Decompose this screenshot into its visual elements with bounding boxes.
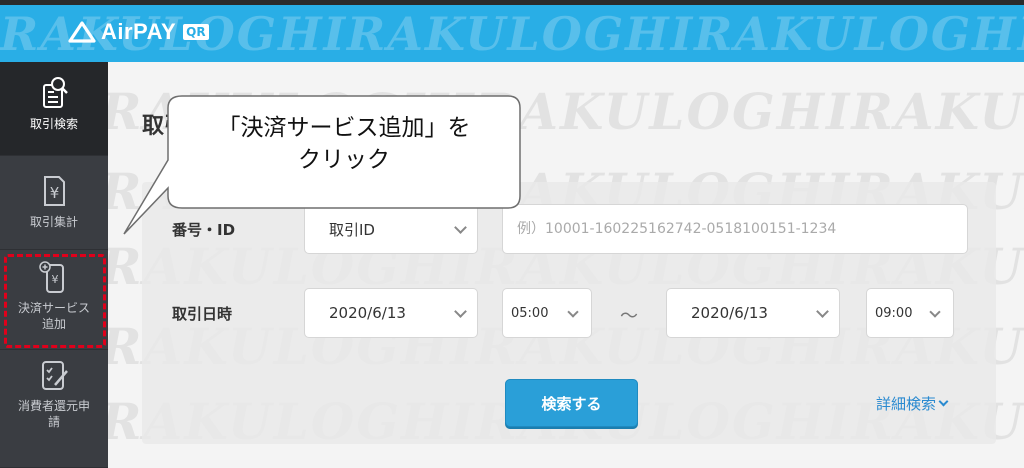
to-time-select[interactable]: 09:00 [866, 288, 954, 338]
advanced-search-link[interactable]: 詳細検索 [876, 393, 949, 414]
sidebar-item-transaction-search[interactable]: 取引検索 [0, 62, 108, 156]
search-document-icon [43, 77, 68, 108]
chevron-down-icon [938, 396, 949, 407]
chevron-down-icon [454, 221, 467, 234]
sidebar-item-label: 取引集計 [29, 215, 78, 229]
to-time-value: 09:00 [875, 305, 913, 321]
advanced-search-label: 詳細検索 [876, 395, 937, 413]
date-time-label: 取引日時 [172, 305, 233, 323]
sidebar-item-add-payment-service[interactable]: ¥ 決済サービス追加 [0, 250, 108, 350]
checklist-edit-icon [42, 361, 68, 390]
to-date-select[interactable]: 2020/6/13 [666, 288, 840, 338]
sidebar-item-consumer-rebate[interactable]: 消費者還元申請 [0, 350, 108, 468]
transaction-id-input[interactable] [517, 221, 967, 237]
sidebar-item-label: 取引検索 [29, 117, 78, 131]
number-id-label: 番号・ID [172, 221, 236, 239]
page-title: 取引検索 [142, 114, 231, 139]
from-time-value: 05:00 [511, 305, 549, 321]
svg-text:¥: ¥ [50, 184, 60, 202]
yen-document-icon: ¥ [44, 176, 65, 206]
add-payment-phone-icon: ¥ [39, 261, 64, 293]
range-separator: 〜 [620, 306, 638, 327]
chevron-down-icon [567, 306, 579, 318]
chevron-down-icon [929, 306, 941, 318]
sidebar-item-label: 決済サービス追加 [17, 301, 90, 331]
logo-text: AirPAY [101, 19, 177, 44]
id-input-wrap [502, 204, 968, 254]
chevron-down-icon [816, 305, 829, 318]
sidebar-item-label: 消費者還元申請 [17, 399, 90, 429]
sidebar-item-transaction-summary[interactable]: ¥ 取引集計 [0, 156, 108, 250]
from-date-value: 2020/6/13 [329, 304, 406, 322]
airpay-logo[interactable]: AirPAY QR [68, 19, 209, 45]
from-date-select[interactable]: 2020/6/13 [304, 288, 478, 338]
logo-qr-badge: QR [183, 24, 209, 40]
airpay-logo-icon [68, 21, 96, 43]
svg-text:¥: ¥ [52, 273, 59, 286]
chevron-down-icon [454, 305, 467, 318]
id-type-select[interactable]: 取引ID [304, 204, 478, 254]
search-button[interactable]: 検索する [505, 379, 638, 427]
app-header: RAKULOGHIRAKULOGHIRAKULOGHIRAKULOGHIRAKU… [0, 5, 1024, 62]
sidebar: 取引検索 ¥ 取引集計 ¥ 決済サービス追加 消費者還元申請 [0, 62, 108, 468]
main-watermark: RAKULOGHIRAKULOGHIRAKULOGHIRA [108, 82, 1024, 141]
to-date-value: 2020/6/13 [691, 304, 768, 322]
from-time-select[interactable]: 05:00 [502, 288, 592, 338]
id-type-value: 取引ID [329, 220, 375, 239]
